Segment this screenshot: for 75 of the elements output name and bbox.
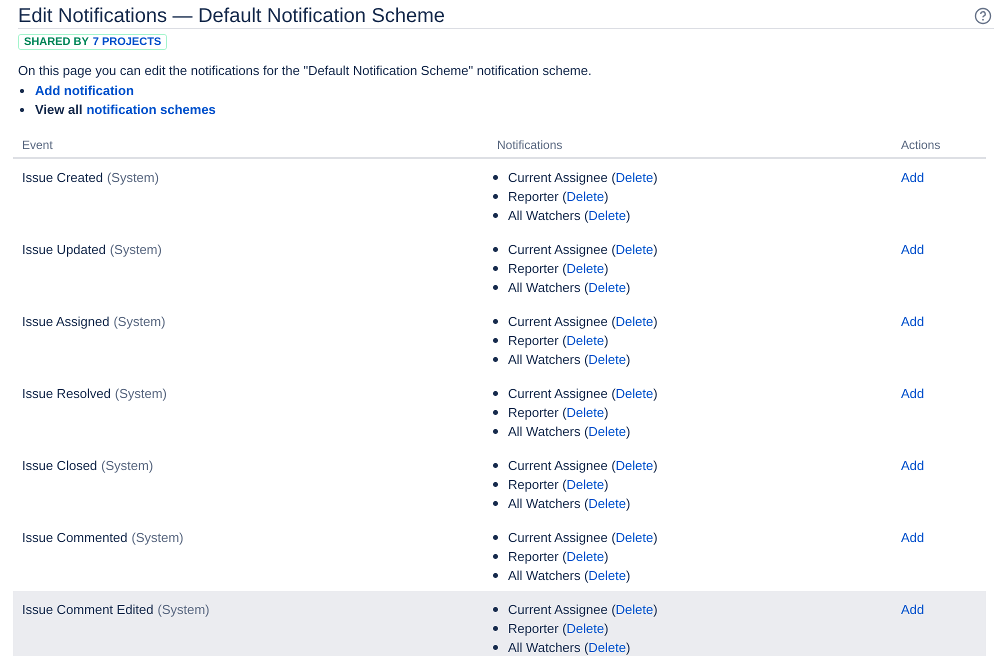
event-type: (System) bbox=[106, 169, 159, 187]
event-name: Issue Resolved bbox=[22, 385, 111, 403]
notification-recipient: All Watchers (Delete) bbox=[508, 567, 630, 585]
delete-link[interactable]: Delete bbox=[588, 496, 626, 511]
shared-label: SHARED BY bbox=[24, 35, 89, 49]
event-name: Issue Commented bbox=[22, 529, 128, 547]
delete-link[interactable]: Delete bbox=[616, 242, 654, 257]
event-type: (System) bbox=[132, 529, 184, 547]
delete-link[interactable]: Delete bbox=[566, 621, 604, 636]
notification-recipient: Current Assignee (Delete) bbox=[508, 529, 658, 547]
add-link[interactable]: Add bbox=[901, 458, 924, 473]
notification-recipient: All Watchers (Delete) bbox=[508, 351, 630, 369]
notification-recipient: Reporter (Delete) bbox=[508, 260, 608, 278]
notification-recipient: Reporter (Delete) bbox=[508, 188, 608, 206]
delete-link[interactable]: Delete bbox=[616, 458, 654, 473]
delete-link[interactable]: Delete bbox=[588, 568, 626, 583]
event-type: (System) bbox=[101, 457, 154, 475]
delete-link[interactable]: Delete bbox=[566, 189, 604, 204]
delete-link[interactable]: Delete bbox=[616, 386, 654, 401]
delete-link[interactable]: Delete bbox=[566, 477, 604, 492]
delete-link[interactable]: Delete bbox=[566, 333, 604, 348]
projects-link[interactable]: 7 PROJECTS bbox=[92, 35, 162, 49]
notification-recipient: Reporter (Delete) bbox=[508, 476, 608, 494]
event-type: (System) bbox=[113, 313, 166, 331]
event-name: Issue Updated bbox=[22, 241, 106, 259]
delete-link[interactable]: Delete bbox=[588, 640, 626, 655]
notification-recipient: Current Assignee (Delete) bbox=[508, 457, 658, 475]
delete-link[interactable]: Delete bbox=[616, 530, 654, 545]
shared-badge[interactable]: SHARED BY 7 PROJECTS bbox=[18, 34, 168, 50]
notification-recipient: All Watchers (Delete) bbox=[508, 639, 630, 656]
event-type: (System) bbox=[158, 601, 210, 619]
event-name: Issue Closed bbox=[22, 457, 98, 475]
notification-recipient: Reporter (Delete) bbox=[508, 620, 608, 638]
delete-link[interactable]: Delete bbox=[566, 549, 604, 564]
add-link[interactable]: Add bbox=[901, 602, 924, 617]
notification-recipient: Reporter (Delete) bbox=[508, 548, 608, 566]
add-link[interactable]: Add bbox=[901, 386, 924, 401]
help-icon[interactable] bbox=[974, 7, 992, 25]
add-link[interactable]: Add bbox=[901, 242, 924, 257]
delete-link[interactable]: Delete bbox=[588, 280, 626, 295]
page-link[interactable]: Add notification bbox=[35, 81, 134, 100]
add-link[interactable]: Add bbox=[901, 170, 924, 185]
notification-recipient: Current Assignee (Delete) bbox=[508, 313, 658, 331]
event-type: (System) bbox=[110, 241, 162, 259]
event-name: Issue Created bbox=[22, 169, 103, 187]
add-link[interactable]: Add bbox=[901, 530, 924, 545]
event-type: (System) bbox=[114, 385, 167, 403]
notification-recipient: All Watchers (Delete) bbox=[508, 495, 630, 513]
link-prefix: View all bbox=[35, 101, 82, 119]
event-name: Issue Comment Edited bbox=[22, 601, 154, 619]
notification-recipient: Current Assignee (Delete) bbox=[508, 601, 658, 619]
delete-link[interactable]: Delete bbox=[588, 424, 626, 439]
delete-link[interactable]: Delete bbox=[588, 352, 626, 367]
delete-link[interactable]: Delete bbox=[616, 314, 654, 329]
delete-link[interactable]: Delete bbox=[588, 208, 626, 223]
page-link[interactable]: notification schemes bbox=[86, 100, 216, 119]
column-header: Notifications bbox=[496, 137, 564, 154]
event-name: Issue Assigned bbox=[22, 313, 110, 331]
add-link[interactable]: Add bbox=[901, 314, 924, 329]
column-header: Actions bbox=[900, 137, 942, 154]
notification-recipient: All Watchers (Delete) bbox=[508, 423, 630, 441]
notification-recipient: Current Assignee (Delete) bbox=[508, 241, 658, 259]
delete-link[interactable]: Delete bbox=[566, 261, 604, 276]
delete-link[interactable]: Delete bbox=[616, 602, 654, 617]
notification-recipient: Reporter (Delete) bbox=[508, 404, 608, 422]
column-header: Event bbox=[21, 137, 54, 154]
notification-recipient: Current Assignee (Delete) bbox=[508, 169, 658, 187]
page-title: Edit Notifications — Default Notification Scheme bbox=[18, 5, 445, 27]
delete-link[interactable]: Delete bbox=[616, 170, 654, 185]
notification-recipient: Current Assignee (Delete) bbox=[508, 385, 658, 403]
notification-recipient: Reporter (Delete) bbox=[508, 332, 608, 350]
intro-text: On this page you can edit the notifications for the "Default Notification Scheme" notification scheme. bbox=[18, 62, 593, 79]
notification-recipient: All Watchers (Delete) bbox=[508, 279, 630, 297]
delete-link[interactable]: Delete bbox=[566, 405, 604, 420]
notification-recipient: All Watchers (Delete) bbox=[508, 207, 630, 225]
